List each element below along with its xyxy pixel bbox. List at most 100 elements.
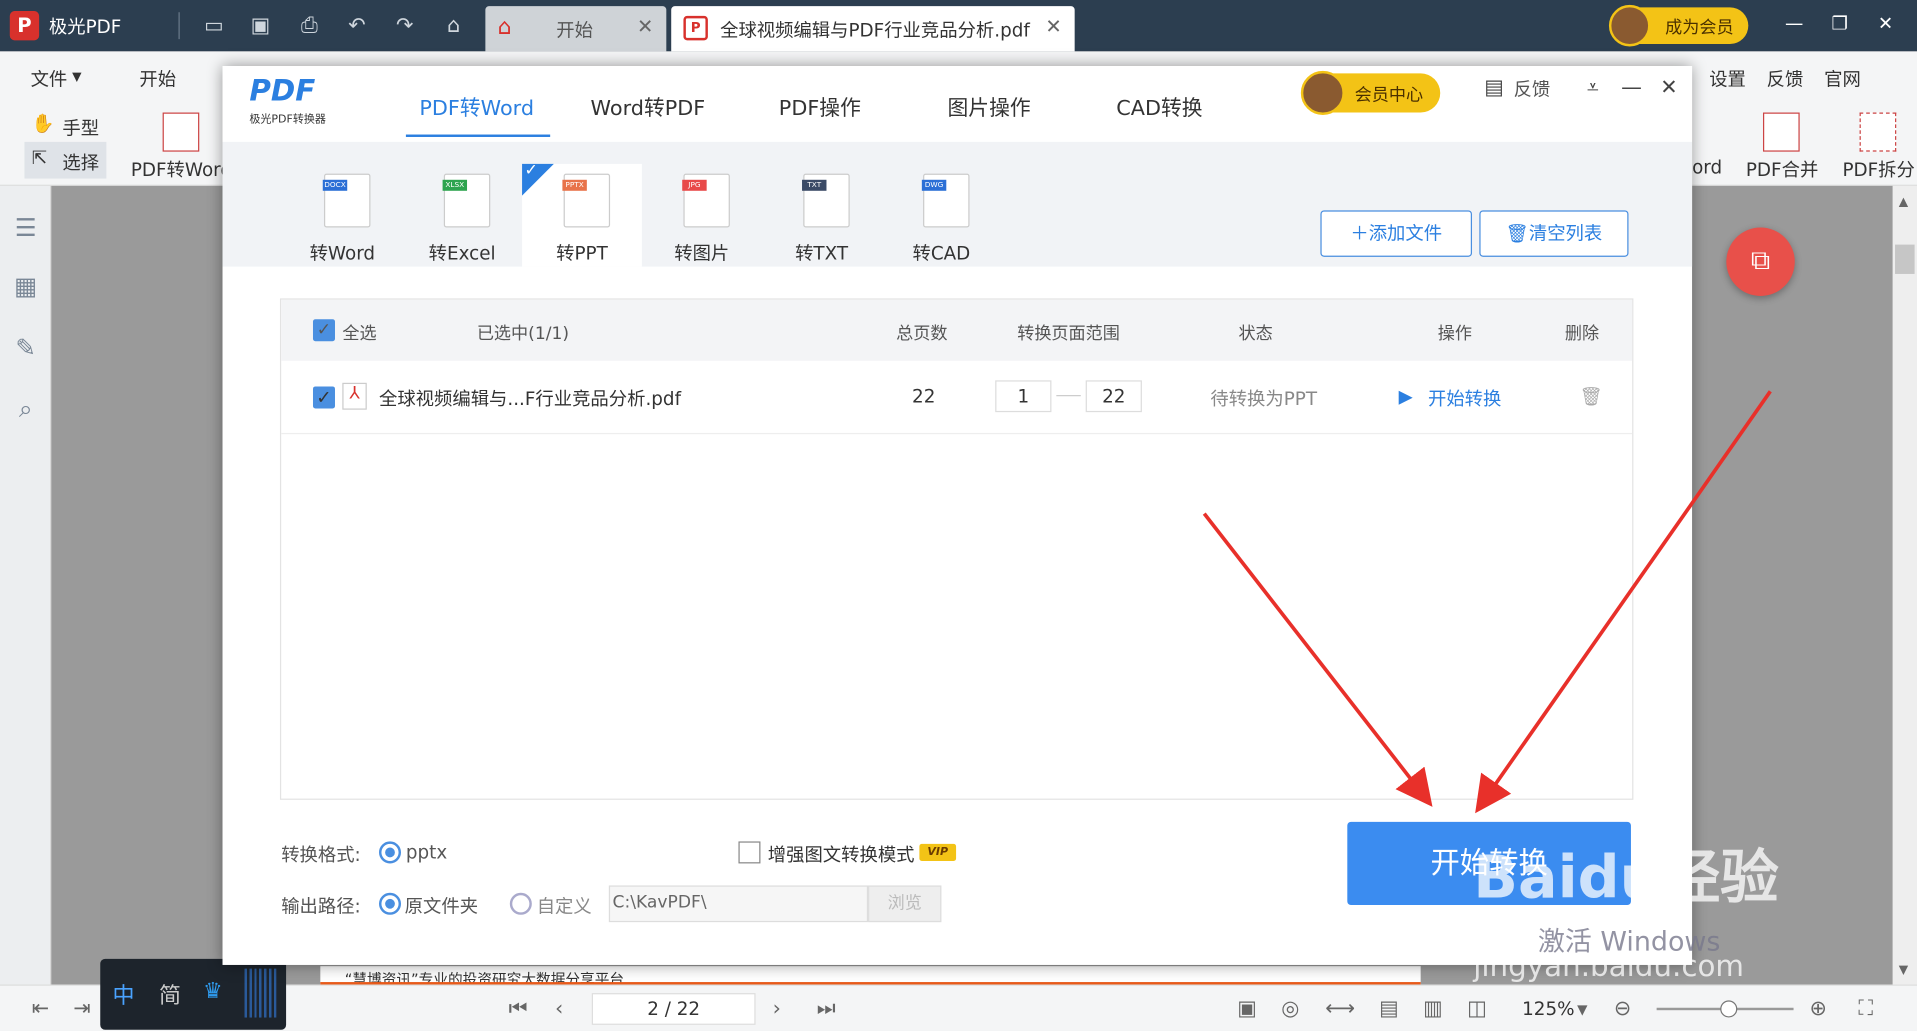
fit-page-icon[interactable]: ◎ — [1281, 997, 1299, 1021]
ime-keyboard-icon[interactable] — [244, 968, 277, 1018]
format-value: pptx — [405, 841, 448, 864]
output-radio-custom[interactable] — [509, 892, 532, 915]
menu-file[interactable]: 文件 — [31, 66, 68, 92]
search-icon[interactable]: ⌕ — [10, 394, 42, 423]
zoom-slider-knob[interactable] — [1720, 1000, 1738, 1018]
tab-document-label: 全球视频编辑与PDF行业竞品分析.pdf — [720, 19, 1030, 42]
vertical-scrollbar[interactable]: ▲ ▼ — [1892, 185, 1917, 985]
next-page-icon[interactable]: › — [773, 997, 781, 1021]
type-to-image[interactable]: JPG 转图片 — [642, 164, 762, 267]
tab-image-operation[interactable]: 图片操作 — [948, 91, 1031, 121]
fit-width-icon[interactable]: ⟷ — [1325, 997, 1355, 1021]
tab-home[interactable]: ⌂ 开始 ✕ — [485, 6, 667, 52]
print-icon[interactable]: ⎙ — [296, 12, 323, 39]
clear-list-button[interactable]: 🗑清空列表 — [1479, 210, 1629, 257]
select-all-label[interactable]: 全选 — [342, 320, 376, 344]
close-icon[interactable]: ✕ — [1045, 15, 1061, 38]
browse-button[interactable]: 浏览 — [868, 885, 942, 923]
pdf-split-icon — [1859, 112, 1897, 152]
last-page-icon[interactable]: ⏭ — [817, 997, 836, 1021]
menu-feedback[interactable]: 反馈 — [1767, 66, 1804, 92]
restore-icon[interactable]: ❐ — [1831, 12, 1847, 34]
zoom-out-icon[interactable]: ⊖ — [1614, 997, 1631, 1021]
baidu-watermark: Baidu经验 — [1473, 843, 1779, 913]
pdf-split-tool[interactable]: PDF拆分 — [1842, 157, 1914, 183]
save-icon[interactable]: ▣ — [247, 12, 274, 39]
menu-settings[interactable]: 设置 — [1709, 66, 1746, 92]
vip-center-button[interactable]: 会员中心 — [1300, 70, 1441, 115]
minimize-icon[interactable]: — — [1785, 12, 1803, 34]
tab-word-to-pdf[interactable]: Word转PDF — [591, 91, 706, 121]
ime-skin-icon[interactable]: ♛ — [203, 978, 223, 1004]
minimize-icon[interactable]: — — [1621, 76, 1642, 100]
enhance-mode-label[interactable]: 增强图文转换模式 — [768, 841, 915, 867]
tool-partial-label: ord — [1692, 156, 1723, 179]
type-to-cad[interactable]: DWG 转CAD — [881, 164, 1001, 267]
check-icon: ✓ — [524, 161, 538, 180]
tab-pdf-operation[interactable]: PDF操作 — [779, 91, 861, 121]
continuous-view-icon[interactable]: ▤ — [1379, 997, 1399, 1021]
zoom-level[interactable]: 125% — [1522, 998, 1574, 1020]
undo-icon[interactable]: ↶ — [344, 12, 371, 39]
select-all-checkbox[interactable]: ✓ — [312, 319, 335, 342]
become-member-button[interactable]: 成为会员 — [1608, 4, 1749, 47]
outline-icon[interactable]: ☰ — [10, 213, 42, 242]
chevron-up-icon[interactable]: ▲ — [1899, 196, 1908, 209]
enter-icon[interactable]: ⇥ — [73, 997, 90, 1021]
exit-icon[interactable]: ⇤ — [32, 997, 49, 1021]
trash-icon[interactable]: 🗑 — [1580, 385, 1603, 407]
vip-badge: VIP — [919, 843, 957, 861]
range-from-input[interactable]: 1 — [995, 380, 1052, 413]
hand-tool[interactable]: 手型 — [62, 115, 99, 141]
type-to-excel[interactable]: XLSX 转Excel — [402, 164, 522, 267]
ime-toolbar[interactable]: 中 简 ♛ — [100, 958, 287, 1030]
pdf-to-word-tool[interactable]: PDF转Word — [131, 157, 232, 183]
first-page-icon[interactable]: ⏮ — [509, 997, 528, 1021]
close-icon[interactable]: ✕ — [1660, 76, 1677, 100]
close-icon[interactable]: ✕ — [637, 15, 653, 38]
chevron-down-icon[interactable]: ▼ — [1899, 964, 1908, 977]
open-folder-icon[interactable]: ▭ — [201, 12, 228, 39]
type-to-txt[interactable]: TXT 转TXT — [762, 164, 882, 267]
row-start-convert-link[interactable]: 开始转换 — [1428, 385, 1501, 411]
prev-page-icon[interactable]: ‹ — [555, 997, 563, 1021]
output-radio-source[interactable] — [379, 892, 402, 915]
title-bar: P 极光PDF ▭ ▣ ⎙ ↶ ↷ ⌂ ⌂ 开始 ✕ P 全球视频编辑与PDF行… — [0, 0, 1917, 52]
ime-simplified[interactable]: 简 — [159, 978, 181, 1010]
output-path-input[interactable]: C:\KavPDF\ — [608, 885, 869, 923]
thumbnail-icon[interactable]: ▦ — [10, 272, 42, 301]
table-header: ✓ 全选 已选中(1/1) 总页数 转换页面范围 状态 操作 删除 — [281, 299, 1633, 361]
annotation-icon[interactable]: ✎ — [10, 333, 42, 362]
add-file-button[interactable]: ＋添加文件 — [1320, 210, 1473, 257]
row-checkbox[interactable]: ✓ — [312, 386, 335, 409]
floating-convert-button[interactable]: ⧉ — [1726, 227, 1795, 296]
enhance-mode-checkbox[interactable] — [738, 841, 761, 864]
two-page-icon[interactable]: ◫ — [1467, 997, 1487, 1021]
page-number-input[interactable]: 2 / 22 — [591, 993, 756, 1025]
redo-icon[interactable]: ↷ — [391, 12, 418, 39]
actual-size-icon[interactable]: ▣ — [1237, 997, 1257, 1021]
dropdown-menu-icon[interactable]: ⩡ — [1587, 76, 1599, 100]
ime-chinese[interactable]: 中 — [112, 978, 134, 1010]
zoom-in-icon[interactable]: ⊕ — [1809, 997, 1826, 1021]
single-page-icon[interactable]: ▥ — [1423, 997, 1443, 1021]
fullscreen-icon[interactable]: ⛶ — [1858, 997, 1873, 1021]
type-to-ppt[interactable]: ✓ PPTX 转PPT — [522, 161, 642, 267]
tab-pdf-to-word[interactable]: PDF转Word — [419, 91, 534, 121]
tab-document[interactable]: P 全球视频编辑与PDF行业竞品分析.pdf ✕ — [671, 6, 1075, 52]
select-tool[interactable]: ⇱ 选择 — [24, 141, 107, 179]
format-radio-pptx[interactable] — [379, 841, 402, 864]
menu-start[interactable]: 开始 — [139, 66, 176, 92]
menu-website[interactable]: 官网 — [1824, 66, 1861, 92]
home-circle-icon[interactable]: ⌂ — [440, 12, 467, 39]
converter-logo: PDF — [249, 73, 316, 108]
range-to-input[interactable]: 22 — [1085, 380, 1142, 413]
zoom-slider[interactable] — [1656, 1000, 1794, 1018]
chevron-down-icon[interactable]: ▼ — [1577, 1002, 1587, 1018]
tab-cad-conversion[interactable]: CAD转换 — [1116, 91, 1202, 121]
scrollbar-thumb[interactable] — [1895, 244, 1915, 274]
pdf-merge-tool[interactable]: PDF合并 — [1746, 157, 1818, 183]
close-window-icon[interactable]: ✕ — [1878, 12, 1893, 34]
type-to-word[interactable]: DOCX 转Word — [282, 164, 402, 267]
feedback-button[interactable]: 反馈 — [1514, 76, 1551, 102]
